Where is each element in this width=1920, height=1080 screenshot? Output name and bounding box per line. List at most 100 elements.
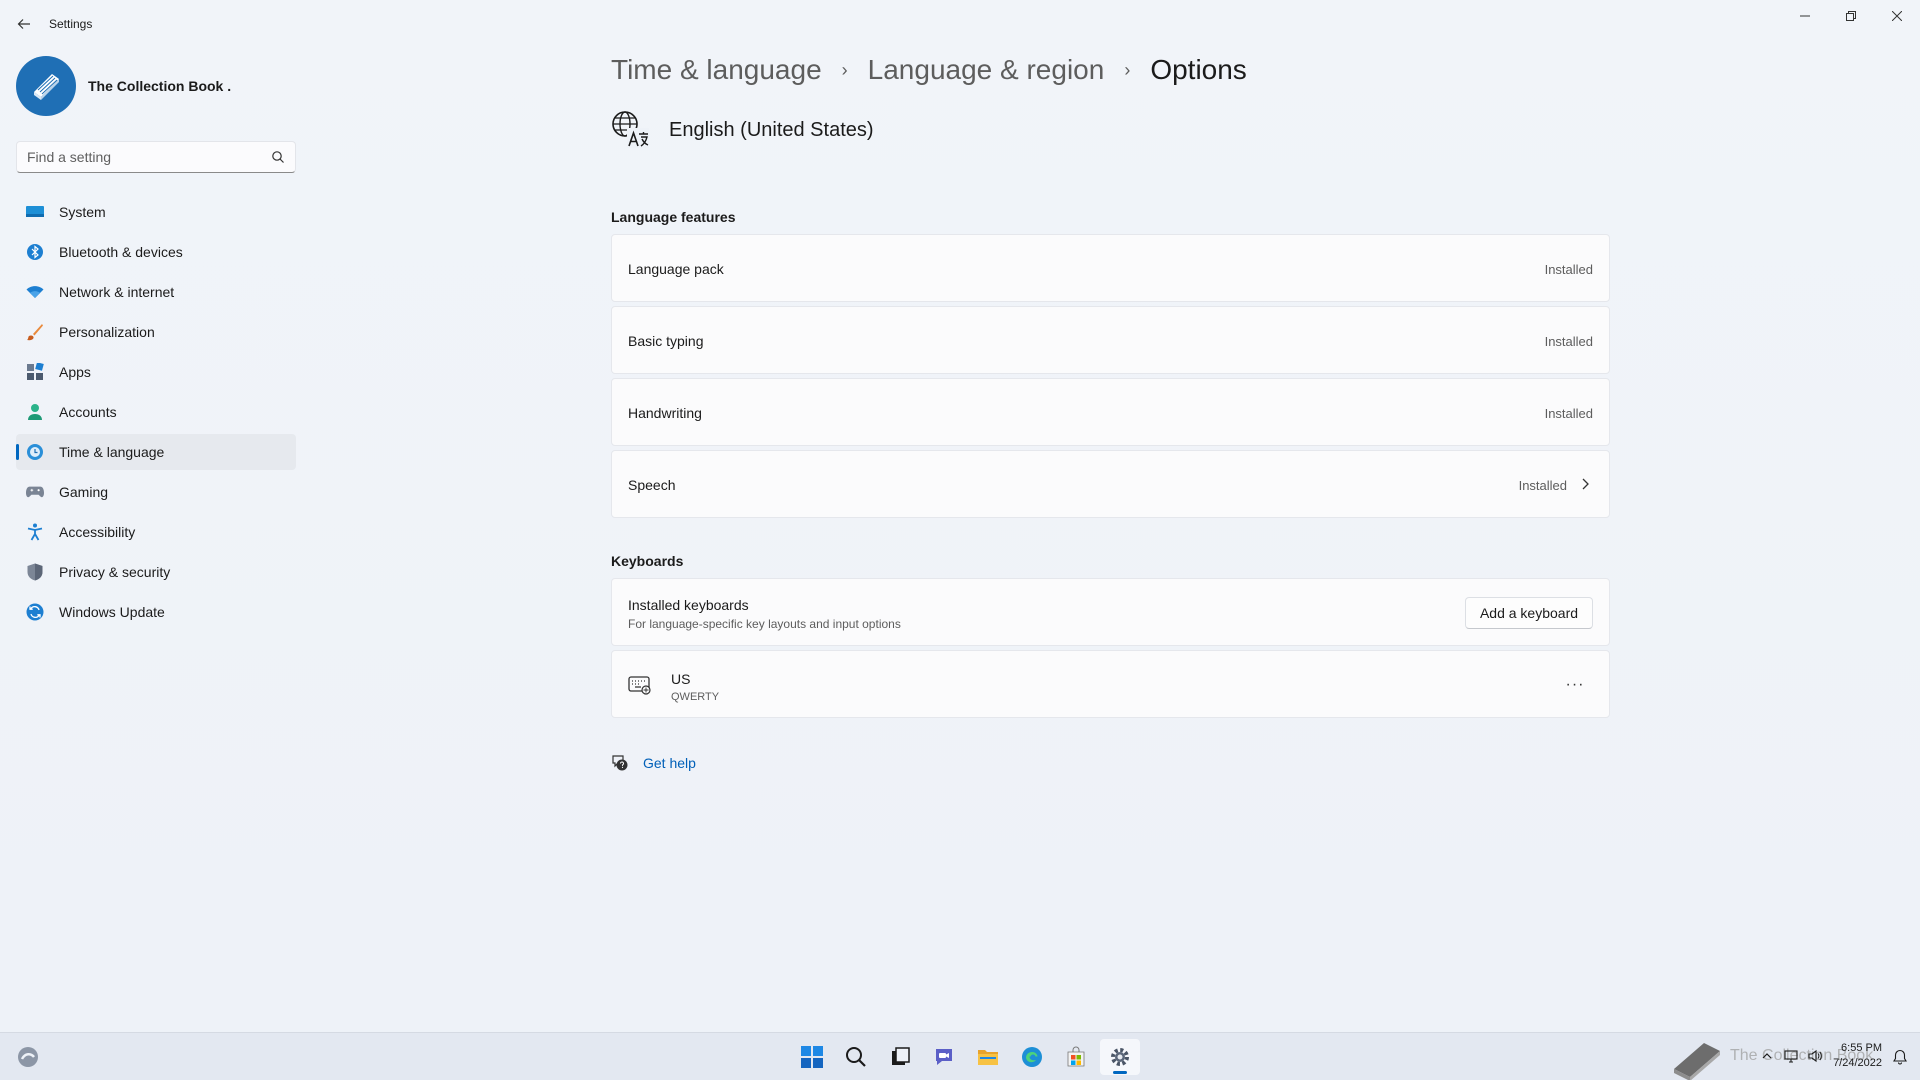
sidebar-item-gaming[interactable]: Gaming — [16, 474, 296, 510]
sidebar-item-system[interactable]: System — [16, 194, 296, 230]
close-button[interactable] — [1874, 0, 1920, 32]
sidebar-item-privacy[interactable]: Privacy & security — [16, 554, 296, 590]
feature-basic-typing: Basic typing Installed — [611, 306, 1610, 374]
search-box — [16, 141, 296, 173]
back-button[interactable] — [12, 12, 36, 36]
start-button[interactable] — [792, 1039, 832, 1075]
keyboard-layout: QWERTY — [671, 691, 720, 703]
edge-button[interactable] — [1012, 1039, 1052, 1075]
shield-icon — [26, 563, 44, 581]
feature-language-pack: Language pack Installed — [611, 234, 1610, 302]
window-controls — [1782, 0, 1920, 32]
clock-date: 7/24/2022 — [1833, 1057, 1882, 1069]
chevron-up-icon[interactable] — [1760, 1049, 1774, 1063]
settings-taskbar-button[interactable] — [1100, 1039, 1140, 1075]
more-options-button[interactable]: ··· — [1563, 673, 1587, 697]
sidebar-item-label: Windows Update — [59, 604, 165, 620]
keyboard-name: US — [671, 671, 691, 687]
file-explorer-icon — [978, 1050, 998, 1065]
notification-icon[interactable] — [1892, 1049, 1908, 1065]
close-icon — [1892, 11, 1902, 21]
chevron-right-icon: › — [841, 59, 848, 80]
language-name: English (United States) — [669, 118, 874, 141]
get-help[interactable]: Get help — [611, 754, 696, 772]
restore-button[interactable] — [1828, 0, 1874, 32]
title-bar: Settings — [0, 0, 1920, 48]
sidebar-item-label: Gaming — [59, 484, 109, 500]
chat-button[interactable] — [924, 1039, 964, 1075]
feature-label: Basic typing — [628, 333, 704, 349]
help-icon — [612, 755, 628, 771]
installed-keyboards-card: Installed keyboards For language-specifi… — [611, 578, 1610, 646]
system-tray: The Collection Book 6:55 PM 7/24/2022 — [1660, 1033, 1920, 1080]
restore-icon — [1846, 11, 1856, 21]
volume-icon[interactable] — [1808, 1049, 1822, 1063]
clock[interactable]: 6:55 PM 7/24/2022 — [1833, 1041, 1882, 1071]
task-view-icon — [892, 1047, 910, 1065]
store-icon — [1067, 1046, 1085, 1067]
accessibility-icon — [26, 523, 44, 541]
back-arrow-icon — [17, 19, 30, 29]
feature-handwriting: Handwriting Installed — [611, 378, 1610, 446]
sidebar-item-label: Apps — [59, 364, 91, 380]
feature-speech[interactable]: Speech Installed — [611, 450, 1610, 518]
feature-label: Language pack — [628, 261, 724, 277]
breadcrumb-language-region[interactable]: Language & region — [868, 54, 1105, 86]
search-input[interactable] — [27, 142, 267, 172]
user-profile[interactable]: The Collection Book . — [16, 56, 231, 116]
store-button[interactable] — [1056, 1039, 1096, 1075]
breadcrumb-time-language[interactable]: Time & language — [611, 54, 822, 86]
search-icon[interactable] — [271, 150, 285, 164]
search-icon — [846, 1047, 866, 1067]
globe-clock-icon — [26, 443, 44, 461]
feature-label: Speech — [628, 477, 676, 493]
app-title: Settings — [49, 17, 93, 31]
sidebar-item-time-language[interactable]: Time & language — [16, 434, 296, 470]
file-explorer-button[interactable] — [968, 1039, 1008, 1075]
sidebar-item-network[interactable]: Network & internet — [16, 274, 296, 310]
minimize-button[interactable] — [1782, 0, 1828, 32]
feature-status: Installed — [1544, 334, 1593, 349]
gamepad-icon — [26, 483, 44, 501]
sidebar-item-label: Bluetooth & devices — [59, 244, 183, 260]
start-icon — [801, 1046, 823, 1068]
minimize-icon — [1800, 15, 1810, 17]
feature-status: Installed — [1544, 262, 1593, 277]
keyboard-icon — [628, 676, 651, 695]
chat-icon — [936, 1049, 952, 1065]
update-icon — [26, 603, 44, 621]
installed-keyboards-description: For language-specific key layouts and in… — [628, 617, 901, 631]
edge-icon — [1022, 1047, 1042, 1067]
sidebar-item-personalization[interactable]: Personalization — [16, 314, 296, 350]
keyboard-us-card: US QWERTY ··· — [611, 650, 1610, 718]
network-icon[interactable] — [1784, 1049, 1798, 1063]
sidebar-item-label: Accounts — [59, 404, 117, 420]
breadcrumb: Time & language › Language & region › Op… — [611, 54, 1247, 86]
sidebar-item-bluetooth[interactable]: Bluetooth & devices — [16, 234, 296, 270]
sidebar-item-label: Privacy & security — [59, 564, 171, 580]
sidebar-item-accounts[interactable]: Accounts — [16, 394, 296, 430]
keyboards-heading: Keyboards — [611, 553, 684, 569]
get-help-link[interactable]: Get help — [643, 755, 696, 771]
widgets-icon[interactable] — [16, 1045, 40, 1069]
book-logo-icon — [1674, 1043, 1720, 1080]
sidebar-item-windows-update[interactable]: Windows Update — [16, 594, 296, 630]
book-logo-icon — [34, 74, 59, 100]
sidebar-item-accessibility[interactable]: Accessibility — [16, 514, 296, 550]
add-keyboard-button[interactable]: Add a keyboard — [1465, 597, 1593, 629]
taskbar: The Collection Book 6:55 PM 7/24/2022 — [0, 1032, 1920, 1080]
task-view-button[interactable] — [880, 1039, 920, 1075]
avatar — [16, 56, 76, 116]
sidebar-item-label: Personalization — [59, 324, 155, 340]
feature-status: Installed — [1544, 406, 1593, 421]
sidebar-item-apps[interactable]: Apps — [16, 354, 296, 390]
clock-time: 6:55 PM — [1841, 1042, 1882, 1054]
person-icon — [26, 403, 44, 421]
taskbar-search-button[interactable] — [836, 1039, 876, 1075]
sidebar-item-label: Accessibility — [59, 524, 136, 540]
chevron-right-icon — [1582, 478, 1589, 490]
bluetooth-icon — [26, 243, 44, 261]
sidebar-nav: System Bluetooth & devices Network & int… — [16, 194, 296, 634]
sidebar-item-label: Network & internet — [59, 284, 175, 300]
settings-icon — [1111, 1048, 1129, 1066]
